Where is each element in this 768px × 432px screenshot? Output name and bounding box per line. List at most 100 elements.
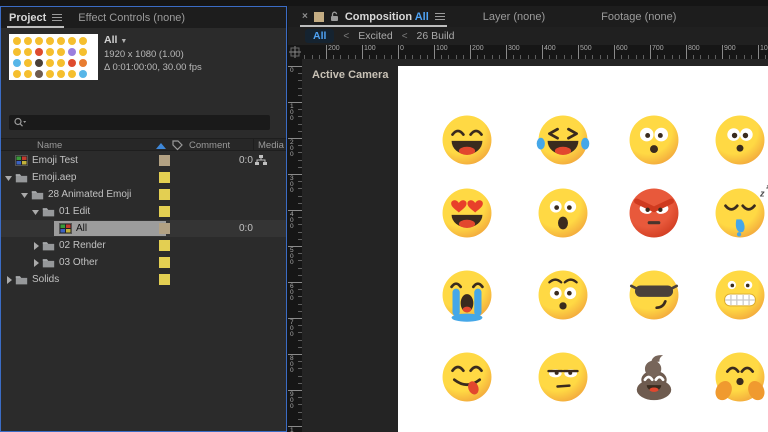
crosshair-icon (288, 45, 302, 59)
label-chip[interactable] (159, 240, 170, 251)
label-chip[interactable] (159, 257, 170, 268)
tab-effect-controls[interactable]: Effect Controls (none) (70, 7, 193, 28)
row-label: Solids (32, 271, 59, 288)
project-item-list: Emoji Test0:0Emoji.aep28 Animated Emoji0… (1, 152, 286, 288)
label-chip[interactable] (159, 155, 170, 166)
breadcrumb-item-26-build[interactable]: 26 Build (417, 30, 455, 42)
search-input[interactable] (9, 115, 270, 130)
emoji-astonished-face (711, 111, 768, 169)
chevron-left-icon: < (343, 31, 349, 42)
project-row-02-render[interactable]: 02 Render (1, 237, 286, 254)
thumbnail-emoji-dot (79, 70, 87, 78)
chevron-down-icon[interactable] (4, 173, 13, 183)
chevron-down-icon[interactable] (31, 207, 40, 217)
thumbnail-emoji-dot (13, 70, 21, 78)
preview-duration: Δ 0:01:00:00, 30.00 fps (104, 61, 202, 74)
project-panel-tabbar: Project Effect Controls (none) (1, 7, 286, 28)
thumbnail-emoji-dot (57, 59, 65, 67)
column-header: Name Comment Media Duration (1, 138, 286, 151)
project-row-01-edit[interactable]: 01 Edit (1, 203, 286, 220)
composition-viewport[interactable]: Active Camera zz (302, 59, 768, 432)
tab-composition-label: Composition All (345, 11, 429, 23)
tab-layer[interactable]: Layer (none) (475, 6, 553, 27)
thumbnail-emoji-dot (24, 59, 32, 67)
tab-footage[interactable]: Footage (none) (593, 6, 684, 27)
tab-project-label: Project (9, 12, 46, 24)
thumbnail-emoji-dot (57, 70, 65, 78)
after-effects-window: Project Effect Controls (none) All ▼ 192… (0, 0, 768, 432)
thumbnail-emoji-dot (68, 59, 76, 67)
chevron-right-icon[interactable] (31, 258, 40, 268)
preview-info: All ▼ 1920 x 1080 (1.00) Δ 0:01:00:00, 3… (104, 34, 202, 74)
sort-arrow-icon[interactable] (156, 143, 166, 149)
vertical-ruler[interactable]: 01002003004005006007008009001000 (288, 59, 302, 432)
project-row-28-animated-emoji[interactable]: 28 Animated Emoji (1, 186, 286, 203)
breadcrumb-item-excited[interactable]: Excited (358, 30, 392, 42)
row-label: 02 Render (59, 237, 106, 254)
chevron-right-icon[interactable] (4, 275, 13, 285)
project-row-emoji-test[interactable]: Emoji Test 0:0 (1, 152, 286, 169)
thumbnail-emoji-dot (24, 48, 32, 56)
label-chip[interactable] (159, 172, 170, 183)
panel-menu-icon[interactable] (52, 14, 62, 21)
thumbnail-emoji-dot (46, 48, 54, 56)
horizontal-ruler[interactable]: 20010001002003004005006007008009001000 (302, 45, 768, 59)
project-row-03-other[interactable]: 03 Other (1, 254, 286, 271)
row-label: All (76, 220, 87, 237)
label-chip[interactable] (159, 274, 170, 285)
label-column-icon[interactable] (172, 140, 183, 151)
emoji-sleepy-face: zz (711, 184, 768, 242)
ruler-origin-corner[interactable] (288, 45, 302, 59)
emoji-hugging-face (711, 348, 768, 406)
project-panel: Project Effect Controls (none) All ▼ 192… (0, 6, 287, 432)
label-chip[interactable] (159, 206, 170, 217)
emoji-surprised-face (625, 111, 683, 169)
row-label: 03 Other (59, 254, 98, 271)
emoji-raised-brows-face (534, 266, 592, 324)
thumbnail-emoji-dot (35, 59, 43, 67)
project-panel-body: All ▼ 1920 x 1080 (1.00) Δ 0:01:00:00, 3… (1, 28, 286, 431)
thumbnail-emoji-dot (13, 37, 21, 45)
thumbnail-emoji-dot (57, 48, 65, 56)
active-camera-hud[interactable]: Active Camera (312, 69, 388, 81)
thumbnail-emoji-dot (68, 48, 76, 56)
thumbnail-emoji-dot (46, 59, 54, 67)
label-chip[interactable] (159, 189, 170, 200)
media-duration-value: 0:0 (239, 152, 254, 169)
label-chip[interactable] (159, 223, 170, 234)
tab-project[interactable]: Project (1, 7, 70, 28)
row-label: Emoji Test (32, 152, 78, 169)
dropdown-arrow-icon[interactable]: ▼ (120, 38, 127, 45)
emoji-heart-eyes-face (438, 184, 496, 242)
search-icon (13, 117, 26, 128)
emoji-loudly-crying-face (438, 266, 496, 324)
thumbnail-emoji-dot (68, 37, 76, 45)
close-icon[interactable]: × (302, 11, 308, 22)
project-row-emoji-aep[interactable]: Emoji.aep (1, 169, 286, 186)
project-row-all[interactable]: All0:0 (1, 220, 286, 237)
emoji-tongue-out-face (438, 348, 496, 406)
viewer-menu-icon[interactable] (435, 13, 445, 20)
column-media-duration[interactable]: Media Duration (258, 140, 287, 151)
column-name[interactable]: Name (37, 140, 62, 151)
breadcrumb-item-all[interactable]: All (305, 29, 334, 43)
thumbnail-emoji-dot (46, 37, 54, 45)
column-comment[interactable]: Comment (189, 140, 230, 151)
chevron-down-icon[interactable] (20, 190, 29, 200)
composition-breadcrumb: All < Excited < 26 Build (288, 27, 768, 45)
chevron-right-icon[interactable] (31, 241, 40, 251)
preview-title: All ▼ (104, 34, 202, 48)
viewer-tabbar: × Composition All Layer (none) Footage (… (288, 6, 768, 27)
viewer-label-swatch[interactable] (314, 12, 324, 22)
thumbnail-emoji-dot (24, 70, 32, 78)
thumbnail-emoji-dot (46, 70, 54, 78)
project-row-solids[interactable]: Solids (1, 271, 286, 288)
thumbnail-emoji-dot (79, 48, 87, 56)
thumbnail-emoji-dot (68, 70, 76, 78)
emoji-angry-face (625, 184, 683, 242)
row-label: 28 Animated Emoji (48, 186, 131, 203)
lock-icon[interactable] (330, 11, 339, 22)
thumbnail-emoji-dot (35, 37, 43, 45)
tab-composition[interactable]: × Composition All (294, 6, 453, 27)
thumbnail-emoji-dot (24, 37, 32, 45)
